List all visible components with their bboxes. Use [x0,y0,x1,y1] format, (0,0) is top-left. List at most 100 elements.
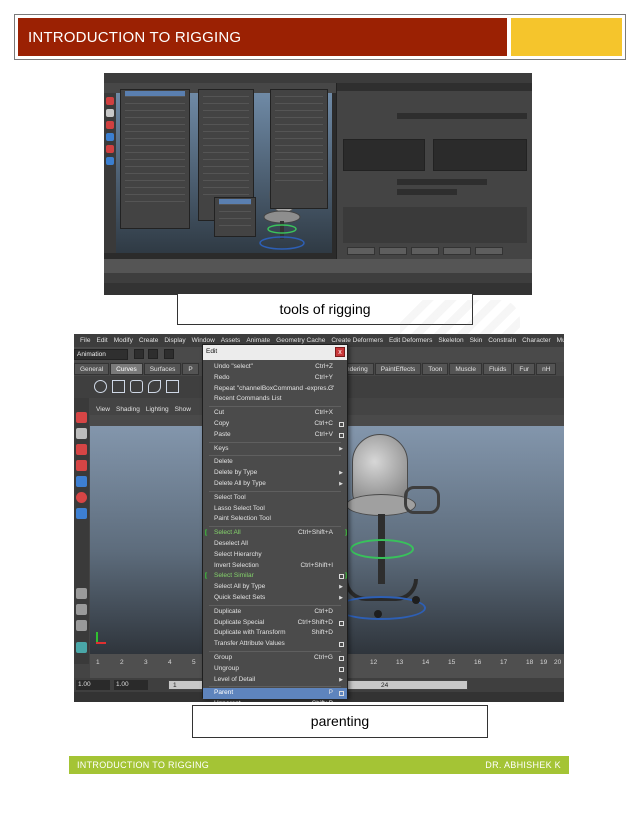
menu-edit[interactable]: Edit [96,337,107,344]
menu-item-delete[interactable]: Delete [203,457,347,468]
option-box-icon[interactable] [339,655,344,661]
menu-item-recent-commands-list[interactable]: Recent Commands List [203,394,347,405]
menu-item-paste[interactable]: Paste Ctrl+V [203,430,347,441]
menu-item-repeat-channelboxcommand-expres[interactable]: Repeat "channelBoxCommand -expres..." G [203,384,347,395]
pencil-curve-icon[interactable] [166,380,179,393]
option-box-icon[interactable] [339,432,344,438]
menu-assets[interactable]: Assets [221,337,241,344]
square-curve-icon[interactable] [112,380,125,393]
open-scene-icon[interactable] [148,349,158,359]
menu-item-select-similar[interactable]: Select Similar [203,571,347,582]
menu-skeleton[interactable]: Skeleton [438,337,463,344]
menu-item-group[interactable]: Group Ctrl+G [203,653,347,664]
panel-menu-lighting[interactable]: Lighting [146,406,169,413]
menu-mus[interactable]: Mus [557,337,564,344]
menu-item-transfer-attribute-values[interactable]: Transfer Attribute Values [203,639,347,650]
option-box-icon[interactable] [339,666,344,672]
menu-edit-deformers[interactable]: Edit Deformers [389,337,432,344]
menu-item-duplicate[interactable]: Duplicate Ctrl+D [203,607,347,618]
move-tool-icon[interactable] [76,460,87,471]
rotate-tool-icon[interactable] [76,476,87,487]
rotate-tool-icon [106,145,114,153]
layout-two-icon[interactable] [76,620,87,631]
option-box-icon[interactable] [339,574,344,580]
panel-menu-show[interactable]: Show [175,406,191,413]
paint-tool-icon[interactable] [76,444,87,455]
menu-item-cut[interactable]: Cut Ctrl+X [203,408,347,419]
menu-item-label: Select All [214,529,241,537]
ep-curve-icon[interactable] [148,380,161,393]
menu-item-deselect-all[interactable]: Deselect All [203,539,347,550]
menu-item-label: Transfer Attribute Values [214,640,285,648]
panel-menu-shading[interactable]: Shading [116,406,140,413]
shelf-tab-general[interactable]: General [74,363,110,375]
menu-item-invert-selection[interactable]: Invert Selection Ctrl+Shift+I [203,561,347,572]
menu-item-paint-selection-tool[interactable]: Paint Selection Tool [203,514,347,525]
menu-item-quick-select-sets[interactable]: Quick Select Sets ▶ [203,593,347,604]
shelf-tab-nh[interactable]: nH [536,363,557,375]
menu-window[interactable]: Window [192,337,215,344]
menu-display[interactable]: Display [164,337,185,344]
save-scene-icon[interactable] [164,349,174,359]
menu-item-select-all-by-type[interactable]: Select All by Type ▶ [203,582,347,593]
menu-item-duplicate-special[interactable]: Duplicate Special Ctrl+Shift+D [203,618,347,629]
mode-select[interactable]: Animation [74,349,128,360]
select-tool-icon[interactable] [76,412,87,423]
menu-item-lasso-select-tool[interactable]: Lasso Select Tool [203,504,347,515]
menu-item-parent[interactable]: Parent P [203,688,347,700]
menu-file[interactable]: File [80,337,90,344]
menu-item-delete-all-by-type[interactable]: Delete All by Type ▶ [203,479,347,490]
shelf-tab-p[interactable]: P [182,363,199,375]
new-scene-icon[interactable] [134,349,144,359]
option-box-icon[interactable] [339,642,344,648]
close-icon[interactable]: x [335,347,345,357]
scale-tool-icon[interactable] [76,492,87,503]
universal-tool-icon[interactable] [76,508,87,519]
menu-item-ungroup[interactable]: Ungroup [203,664,347,675]
menu-item-shortcut: Ctrl+Y [314,373,333,381]
layout-single-icon[interactable] [76,588,87,599]
menu-separator [209,406,341,408]
shelf-tab-surfaces[interactable]: Surfaces [143,363,182,375]
menu-item-undo-select[interactable]: Undo "select" Ctrl+Z [203,362,347,373]
menu-item-select-tool[interactable]: Select Tool [203,493,347,504]
menu-item-label: Parent [214,689,234,697]
shelf-tab-muscle[interactable]: Muscle [449,363,482,375]
option-box-icon[interactable] [339,421,344,427]
expression-name-field [397,113,527,119]
menu-create-deformers[interactable]: Create Deformers [331,337,383,344]
menu-item-level-of-detail[interactable]: Level of Detail ▶ [203,675,347,686]
option-box-icon[interactable] [339,620,344,626]
menu-skin[interactable]: Skin [470,337,483,344]
menu-create[interactable]: Create [139,337,159,344]
menu-constrain[interactable]: Constrain [488,337,516,344]
outliner-icon[interactable] [76,642,87,653]
menu-geometry-cache[interactable]: Geometry Cache [276,337,325,344]
menu-item-copy[interactable]: Copy Ctrl+C [203,419,347,430]
menu-item-label: Quick Select Sets [214,593,266,601]
start-time-field[interactable]: 1.00 [76,680,110,690]
shelf-tab-fur[interactable]: Fur [513,363,536,375]
layout-four-icon[interactable] [76,604,87,615]
panel-menu-view[interactable]: View [96,406,110,413]
shelf-tab-curves[interactable]: Curves [110,363,143,375]
menu-item-redo[interactable]: Redo Ctrl+Y [203,373,347,384]
cv-curve-icon[interactable] [130,380,143,393]
circle-curve-icon[interactable] [94,380,107,393]
menu-animate[interactable]: Animate [246,337,270,344]
shelf-tab-fluids[interactable]: Fluids [483,363,513,375]
menu-item-select-all[interactable]: Select All Ctrl+Shift+A [203,528,347,539]
shelf-tab-painteffects[interactable]: PaintEffects [374,363,422,375]
menu-item-select-hierarchy[interactable]: Select Hierarchy [203,550,347,561]
menu-item-keys[interactable]: Keys ▶ [203,444,347,455]
shelf-tab-toon[interactable]: Toon [422,363,449,375]
menu-character[interactable]: Character [522,337,551,344]
option-box-icon[interactable] [339,691,344,697]
menu-item-duplicate-with-transform[interactable]: Duplicate with Transform Shift+D [203,628,347,639]
playback-start-field[interactable]: 1.00 [114,680,148,690]
menu-modify[interactable]: Modify [114,337,133,344]
menu-item-label: Delete by Type [214,469,258,477]
lasso-tool-icon[interactable] [76,428,87,439]
menu-item-delete-by-type[interactable]: Delete by Type ▶ [203,468,347,479]
menu-item-unparent[interactable]: Unparent Shift+P [203,699,347,702]
